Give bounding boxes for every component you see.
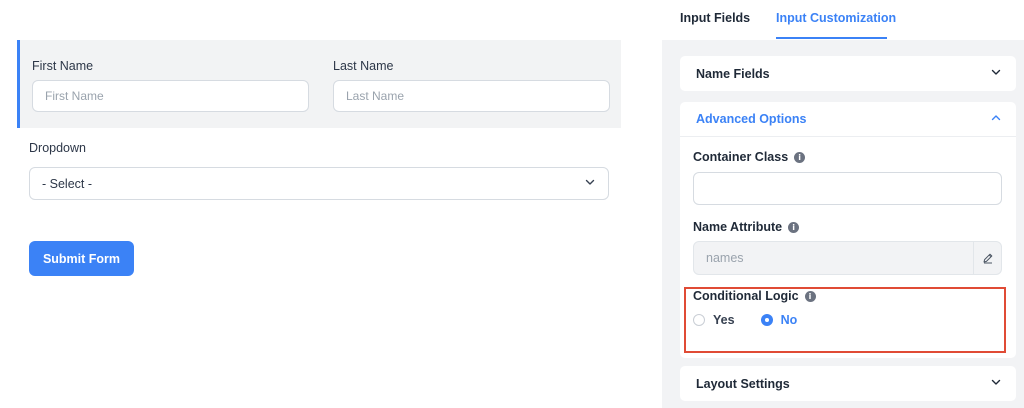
conditional-logic-label-text: Conditional Logic: [693, 289, 799, 303]
container-class-label: Container Class i: [693, 150, 806, 164]
advanced-options-title: Advanced Options: [696, 112, 807, 126]
chevron-down-icon: [990, 376, 1002, 391]
layout-settings-section: Layout Settings: [680, 366, 1016, 401]
tab-input-customization[interactable]: Input Customization: [776, 11, 896, 25]
radio-option-yes[interactable]: Yes: [693, 313, 735, 327]
conditional-logic-label: Conditional Logic i: [693, 289, 816, 303]
last-name-label: Last Name: [333, 59, 394, 73]
layout-settings-header[interactable]: Layout Settings: [680, 366, 1016, 401]
radio-no-label: No: [780, 313, 798, 327]
dropdown-select[interactable]: - Select -: [29, 167, 609, 200]
dropdown-selected-value: - Select -: [42, 176, 93, 191]
form-preview: First Name Last Name Dropdown - Select -…: [0, 0, 662, 408]
radio-no[interactable]: [760, 314, 773, 326]
name-attribute-label-text: Name Attribute: [693, 220, 783, 234]
radio-yes-label: Yes: [713, 313, 735, 327]
chevron-down-icon: [990, 66, 1002, 81]
container-class-input[interactable]: [693, 172, 1002, 205]
first-name-input[interactable]: [32, 80, 309, 112]
info-icon[interactable]: i: [794, 151, 806, 163]
name-fields-header[interactable]: Name Fields: [680, 56, 1016, 91]
name-attribute-input[interactable]: names: [693, 241, 1002, 275]
layout-settings-title: Layout Settings: [696, 376, 790, 391]
dropdown-label: Dropdown: [29, 141, 86, 155]
radio-yes[interactable]: [693, 314, 705, 326]
first-name-label: First Name: [32, 59, 94, 73]
chevron-up-icon: [990, 112, 1002, 127]
name-attribute-value: names: [706, 251, 744, 265]
radio-option-no[interactable]: No: [760, 313, 798, 327]
active-tab-indicator: [776, 37, 887, 39]
settings-panel: Input Fields Input Customization Name Fi…: [662, 0, 1024, 408]
panel-tabs: Input Fields Input Customization: [662, 0, 1024, 40]
chevron-down-icon: [584, 176, 596, 191]
tab-input-fields[interactable]: Input Fields: [680, 11, 750, 25]
name-fields-title: Name Fields: [696, 66, 770, 81]
name-attribute-label: Name Attribute i: [693, 220, 800, 234]
pencil-icon[interactable]: [973, 242, 1001, 274]
advanced-options-section: Advanced Options Container Class i Name …: [680, 102, 1016, 358]
info-icon[interactable]: i: [788, 221, 800, 233]
info-icon[interactable]: i: [804, 290, 816, 302]
submit-form-button[interactable]: Submit Form: [29, 241, 134, 276]
container-class-label-text: Container Class: [693, 150, 789, 164]
conditional-logic-radio-group: Yes No: [693, 313, 823, 327]
name-field-row[interactable]: First Name Last Name: [17, 40, 621, 128]
advanced-options-header[interactable]: Advanced Options: [680, 102, 1016, 137]
name-fields-section: Name Fields: [680, 56, 1016, 91]
last-name-input[interactable]: [333, 80, 610, 112]
